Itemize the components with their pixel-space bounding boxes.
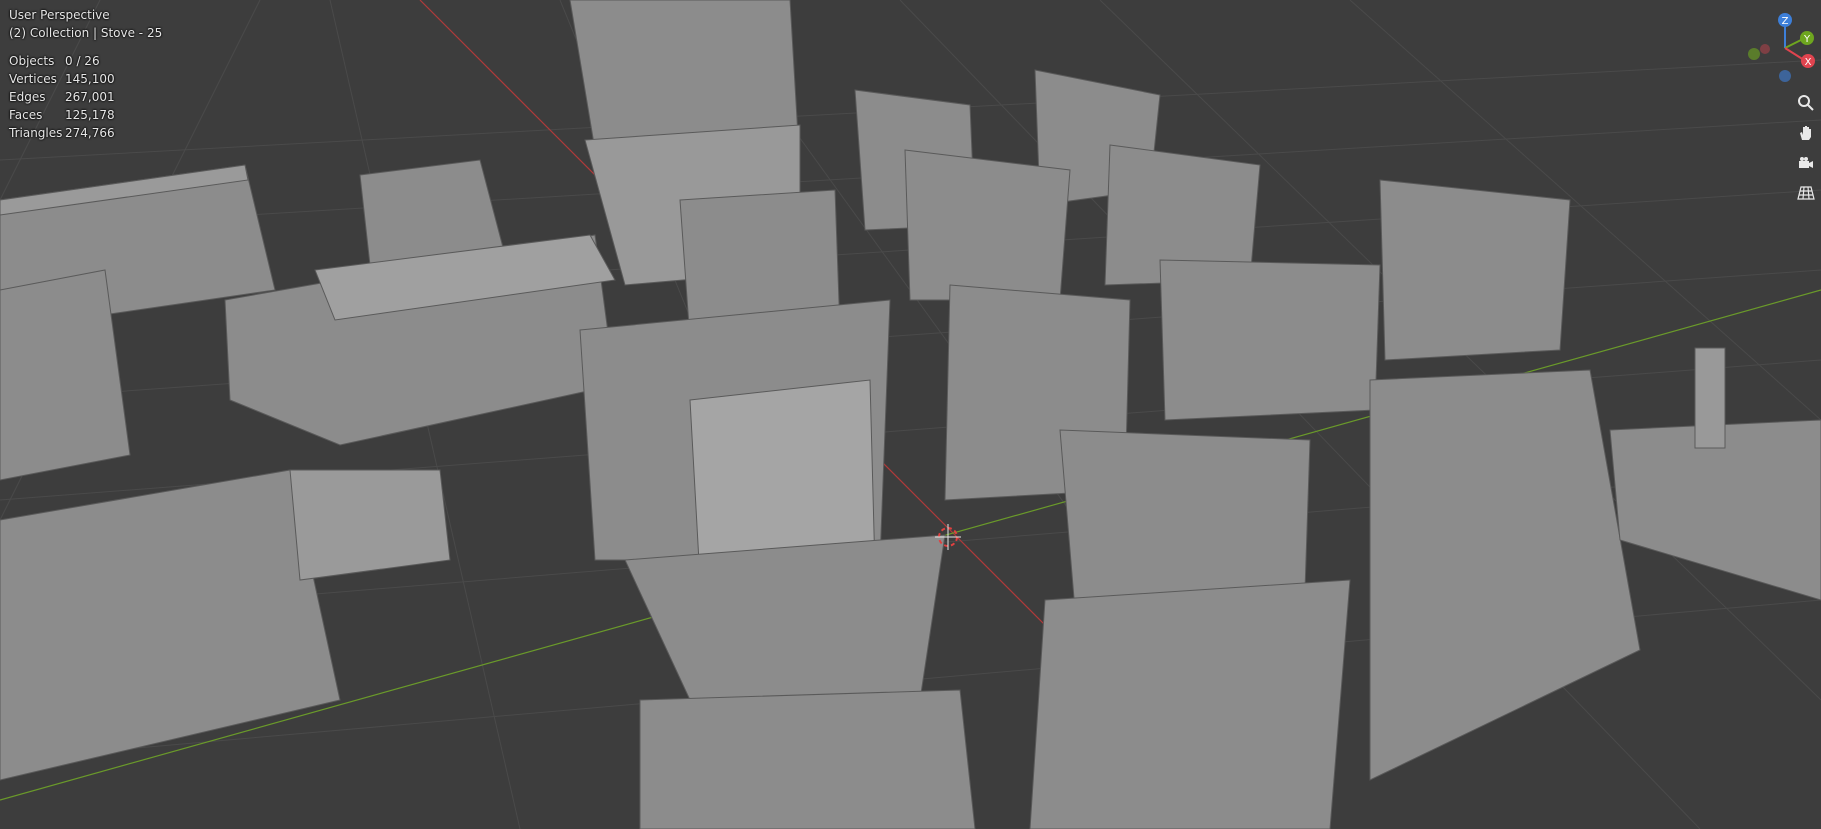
gizmo-z-label: Z: [1782, 16, 1789, 27]
hand-pan-icon[interactable]: [1793, 120, 1819, 146]
viewport-nav-tools: [1793, 90, 1819, 210]
3d-viewport[interactable]: [0, 0, 1821, 829]
stat-triangles: Triangles 274,766: [9, 126, 115, 140]
stat-objects: Objects 0 / 26: [9, 54, 100, 68]
camera-icon[interactable]: [1793, 150, 1819, 176]
gizmo-neg-y[interactable]: [1760, 44, 1770, 54]
gizmo-x-label: X: [1805, 57, 1812, 68]
gizmo-neg-z[interactable]: [1779, 70, 1791, 82]
stat-edges: Edges 267,001: [9, 90, 115, 104]
scene-stats: Objects 0 / 26 Vertices 145,100 Edges 26…: [9, 52, 162, 142]
grid-perspective-icon[interactable]: [1793, 180, 1819, 206]
zoom-icon[interactable]: [1793, 90, 1819, 116]
gizmo-y-label: Y: [1803, 34, 1811, 45]
viewport-info-overlay: User Perspective (2) Collection | Stove …: [9, 6, 162, 142]
collection-line: (2) Collection | Stove - 25: [9, 26, 163, 40]
gizmo-neg-x[interactable]: [1748, 48, 1760, 60]
view-name: User Perspective: [9, 8, 110, 22]
stat-faces: Faces 125,178: [9, 108, 115, 122]
navigation-gizmo[interactable]: Z Y X: [1738, 8, 1818, 88]
stat-vertices: Vertices 145,100: [9, 72, 115, 86]
